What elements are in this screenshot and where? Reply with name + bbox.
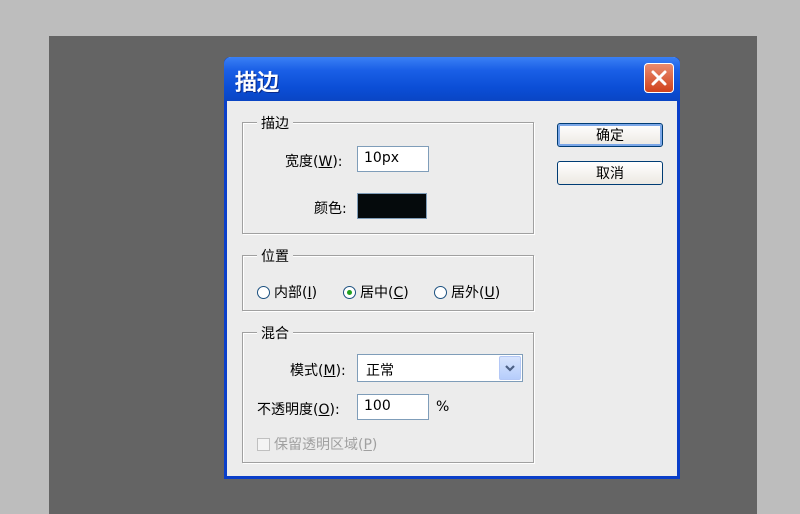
color-swatch[interactable] — [357, 193, 427, 219]
radio-outside[interactable]: 居外(U) — [434, 282, 500, 302]
mode-select[interactable]: 正常 — [357, 354, 523, 382]
radio-inside-circle[interactable] — [257, 285, 270, 299]
width-input[interactable]: 10px — [357, 146, 429, 172]
stroke-group-title: 描边 — [257, 113, 293, 133]
close-button[interactable] — [644, 63, 674, 93]
preserve-transparency[interactable]: 保留透明区域(P) — [257, 434, 377, 454]
radio-center[interactable]: 居中(C) — [343, 282, 409, 302]
radio-center-label: 居中(C) — [360, 285, 409, 301]
radio-selected-dot — [347, 289, 352, 295]
radio-inside-label: 内部(I) — [274, 285, 318, 301]
blend-group-title: 混合 — [257, 323, 293, 343]
dialog-body: 描边 宽度(W): 10px 颜色: 位置 内部(I) 居中(C) 居外(U) … — [227, 101, 677, 476]
cancel-button[interactable]: 取消 — [557, 161, 663, 185]
stroke-dialog: 描边 描边 宽度(W): 10px 颜色: 位置 内部(I) 居中(C) 居外(… — [224, 57, 680, 479]
radio-outside-circle[interactable] — [434, 285, 447, 299]
stroke-group: 描边 宽度(W): 10px 颜色: — [242, 113, 534, 234]
mode-dropdown-button[interactable] — [499, 356, 521, 380]
radio-inside[interactable]: 内部(I) — [257, 282, 317, 302]
chevron-down-icon — [505, 365, 515, 372]
mode-label: 模式(M): — [290, 363, 346, 379]
close-icon — [651, 70, 667, 86]
radio-outside-label: 居外(U) — [451, 285, 501, 301]
dialog-titlebar[interactable]: 描边 — [224, 57, 680, 101]
color-label: 颜色: — [314, 201, 347, 217]
dialog-title: 描边 — [235, 71, 280, 96]
blend-group: 混合 模式(M): 正常 不透明度(O): 100 % 保留透明区域(P) — [242, 323, 534, 463]
opacity-unit: % — [436, 399, 450, 415]
width-label: 宽度(W): — [285, 154, 343, 170]
opacity-label: 不透明度(O): — [257, 402, 340, 418]
preserve-transparency-label: 保留透明区域(P) — [274, 437, 378, 453]
position-group: 位置 内部(I) 居中(C) 居外(U) — [242, 246, 534, 311]
preserve-transparency-checkbox[interactable] — [257, 437, 270, 451]
radio-center-circle[interactable] — [343, 285, 356, 299]
ok-button[interactable]: 确定 — [557, 123, 663, 147]
position-group-title: 位置 — [257, 246, 293, 266]
mode-select-value: 正常 — [366, 363, 394, 379]
opacity-input[interactable]: 100 — [357, 394, 429, 420]
